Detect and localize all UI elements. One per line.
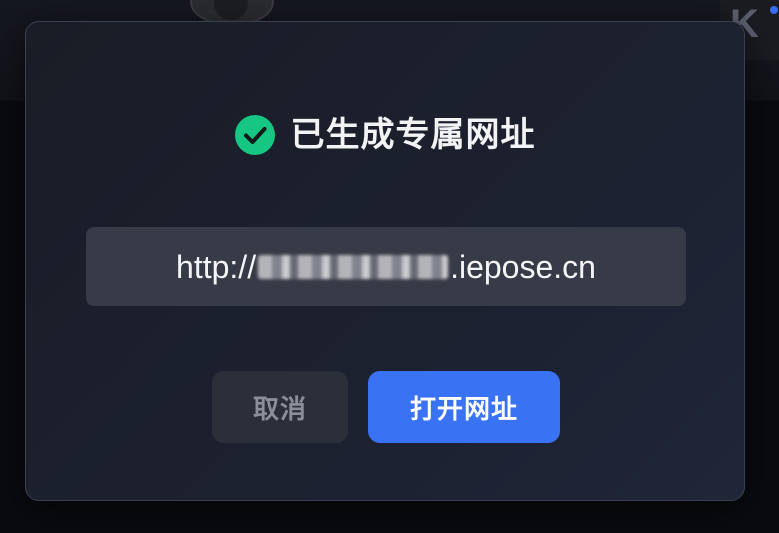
dialog-header: 已生成专属网址	[26, 110, 744, 160]
background-logo-dot	[770, 6, 778, 14]
url-suffix: .iepose.cn	[450, 248, 596, 285]
url-prefix: http://	[176, 248, 257, 285]
dialog-title: 已生成专属网址	[290, 115, 536, 155]
check-circle-icon	[234, 115, 275, 155]
generated-url-field[interactable]: http:// .iepose.cn	[86, 227, 686, 306]
cancel-button[interactable]: 取消	[212, 371, 348, 443]
url-generated-dialog: 已生成专属网址 http:// .iepose.cn 取消 打开网址	[25, 21, 745, 501]
url-redacted-segment	[258, 254, 449, 279]
generated-url-text: http:// .iepose.cn	[176, 247, 596, 287]
open-url-button[interactable]: 打开网址	[368, 371, 560, 443]
